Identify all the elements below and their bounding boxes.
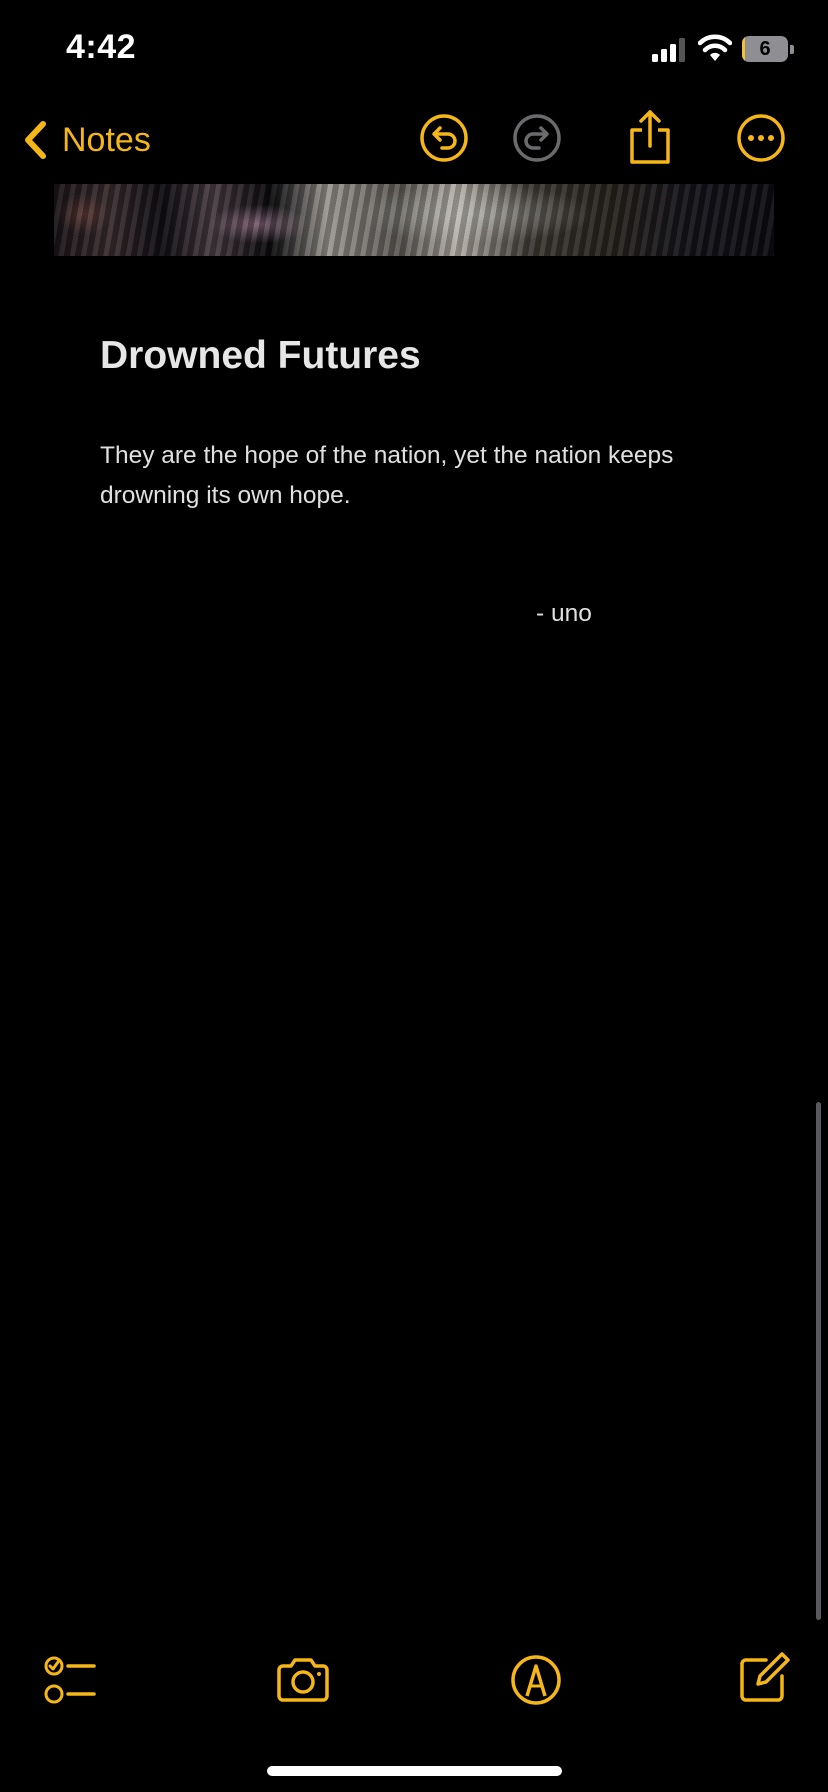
redo-icon[interactable] — [511, 112, 563, 164]
battery-level: 6 — [759, 38, 771, 60]
status-bar: 4:42 6 — [0, 0, 828, 100]
camera-icon[interactable] — [275, 1652, 331, 1708]
home-indicator[interactable] — [267, 1766, 562, 1776]
chevron-left-icon — [25, 121, 46, 159]
undo-icon[interactable] — [418, 112, 470, 164]
ellipsis-circle-icon[interactable] — [735, 112, 787, 164]
note-signature[interactable]: - uno — [536, 600, 592, 628]
battery-icon: 6 — [742, 36, 788, 62]
cellular-signal-icon — [652, 38, 685, 62]
back-button[interactable]: Notes — [22, 114, 151, 166]
note-title[interactable]: Drowned Futures — [100, 334, 421, 378]
status-time: 4:42 — [66, 28, 137, 66]
note-image[interactable] — [54, 184, 774, 256]
scroll-indicator[interactable] — [816, 1102, 821, 1620]
compose-icon[interactable] — [736, 1650, 792, 1706]
back-button-label: Notes — [62, 120, 151, 159]
note-body[interactable]: They are the hope of the nation, yet the… — [100, 436, 740, 516]
checklist-icon[interactable] — [42, 1652, 98, 1708]
markup-pen-icon[interactable] — [508, 1652, 564, 1708]
share-icon[interactable] — [624, 108, 676, 166]
wifi-icon — [698, 34, 732, 61]
battery-nub — [790, 45, 794, 54]
